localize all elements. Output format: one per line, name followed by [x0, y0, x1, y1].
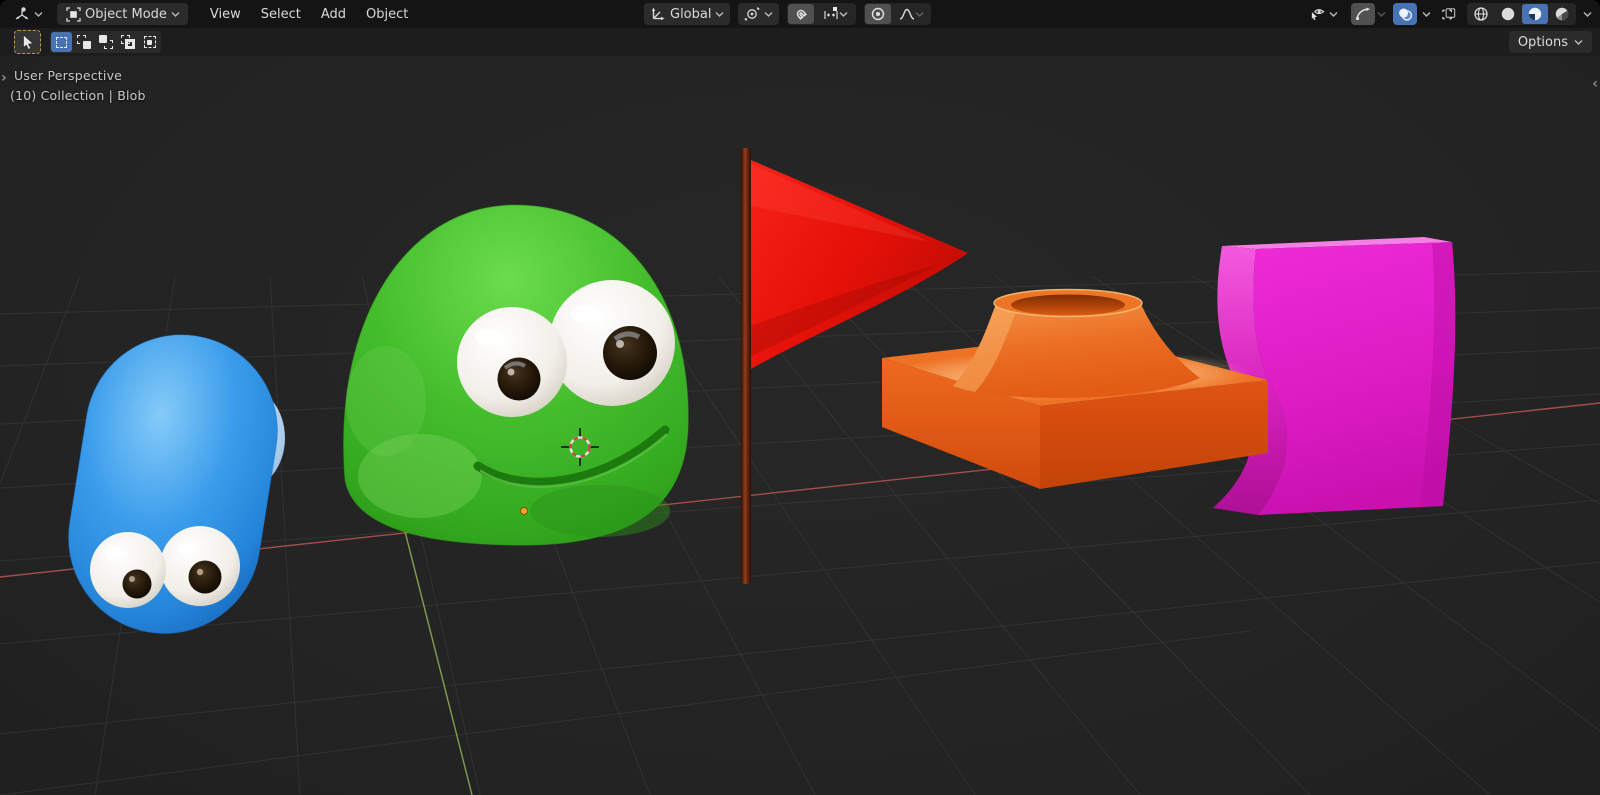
shading-wireframe-button[interactable]: [1468, 4, 1494, 24]
xray-icon: [1441, 6, 1457, 22]
gizmo-arc-icon: [1355, 6, 1371, 22]
chevron-down-icon: [1329, 11, 1338, 18]
pivot-point-dropdown[interactable]: [738, 3, 779, 25]
shading-material-button[interactable]: [1522, 4, 1548, 24]
proportional-falloff-dropdown[interactable]: [892, 4, 930, 24]
chevron-down-icon: [1377, 11, 1386, 18]
select-mode-group: [50, 31, 161, 53]
options-dropdown[interactable]: Options: [1509, 31, 1592, 53]
pivot-point-icon: [744, 6, 760, 22]
snap-toggle-button[interactable]: [788, 4, 814, 24]
toolbar-expand-arrow[interactable]: ›: [1, 70, 7, 86]
scene-canvas: [0, 56, 1600, 795]
object-origin-dot: [521, 508, 528, 515]
select-mode-intersect[interactable]: [139, 32, 160, 52]
select-subtract-icon: [99, 35, 113, 49]
viewport-3d[interactable]: User Perspective (10) Collection | Blob …: [0, 56, 1600, 795]
select-set-icon: [56, 37, 67, 48]
object-types-visibility-dropdown[interactable]: [1304, 3, 1344, 25]
rendered-sphere-icon: [1554, 6, 1570, 22]
menu-add[interactable]: Add: [311, 3, 356, 25]
chevron-down-icon: [1574, 39, 1583, 46]
volcano-cone: [953, 290, 1200, 398]
blender-window: Object Mode View Select Add Object Globa…: [0, 0, 1600, 795]
chevron-down-icon: [1583, 11, 1592, 18]
menu-select[interactable]: Select: [251, 3, 311, 25]
orientation-label: Global: [670, 7, 711, 22]
select-mode-subtract[interactable]: [95, 32, 116, 52]
wireframe-sphere-icon: [1473, 6, 1489, 22]
blue-blob-character[interactable]: [55, 321, 292, 647]
overlays-toggle[interactable]: [1393, 3, 1417, 25]
active-object-label: (10) Collection | Blob: [10, 88, 146, 103]
view-name-label: User Perspective: [14, 68, 122, 83]
proportional-dot-icon: [870, 6, 886, 22]
chevron-down-icon: [171, 11, 180, 18]
select-invert-icon: [121, 35, 135, 49]
object-types-visibility-icon: [1310, 6, 1326, 22]
magnet-icon: [793, 6, 809, 22]
select-extend-icon: [77, 35, 91, 49]
chevron-down-icon: [839, 11, 848, 18]
solid-sphere-icon: [1500, 6, 1516, 22]
select-box-tool-button[interactable]: [14, 30, 41, 54]
select-mode-invert[interactable]: [117, 32, 138, 52]
shading-rendered-button[interactable]: [1549, 4, 1575, 24]
xray-toggle[interactable]: [1438, 3, 1460, 25]
gizmos-toggle[interactable]: [1351, 3, 1375, 25]
shading-solid-button[interactable]: [1495, 4, 1521, 24]
chevron-down-icon: [715, 11, 724, 18]
cursor-arrow-icon: [21, 34, 35, 50]
falloff-curve-icon: [899, 6, 915, 22]
select-intersect-icon: [143, 35, 157, 49]
viewport-header: Object Mode View Select Add Object Globa…: [0, 0, 1600, 28]
overlays-icon: [1397, 6, 1413, 22]
green-blob-character[interactable]: [344, 205, 689, 545]
editor-type-3d-viewport-icon: [14, 6, 30, 22]
material-sphere-icon: [1527, 6, 1543, 22]
mode-label: Object Mode: [85, 7, 167, 22]
proportional-editing-group: [864, 3, 931, 25]
options-label: Options: [1518, 35, 1568, 50]
orange-volcano-base[interactable]: [882, 290, 1268, 490]
snap-increment-icon: [823, 6, 839, 22]
menubar: View Select Add Object: [200, 3, 418, 25]
select-mode-set[interactable]: [51, 32, 72, 52]
tool-header: Options: [0, 28, 1600, 56]
sidebar-expand-arrow[interactable]: ‹: [1592, 76, 1598, 92]
select-mode-extend[interactable]: [73, 32, 94, 52]
menu-object[interactable]: Object: [356, 3, 418, 25]
chevron-down-icon: [34, 11, 43, 18]
chevron-down-icon: [764, 11, 773, 18]
snapping-group: [787, 3, 856, 25]
menu-view[interactable]: View: [200, 3, 251, 25]
chevron-down-icon: [915, 11, 924, 18]
shading-mode-group: [1467, 3, 1576, 25]
flag-pole: [741, 148, 751, 584]
proportional-editing-toggle[interactable]: [865, 4, 891, 24]
object-mode-icon: [65, 6, 81, 22]
mode-dropdown[interactable]: Object Mode: [57, 3, 188, 25]
transform-orientation-dropdown[interactable]: Global: [644, 3, 730, 25]
chevron-down-icon: [1422, 11, 1431, 18]
orientation-axes-icon: [650, 6, 666, 22]
editor-type-dropdown[interactable]: [8, 3, 49, 25]
snap-target-dropdown[interactable]: [815, 4, 855, 24]
